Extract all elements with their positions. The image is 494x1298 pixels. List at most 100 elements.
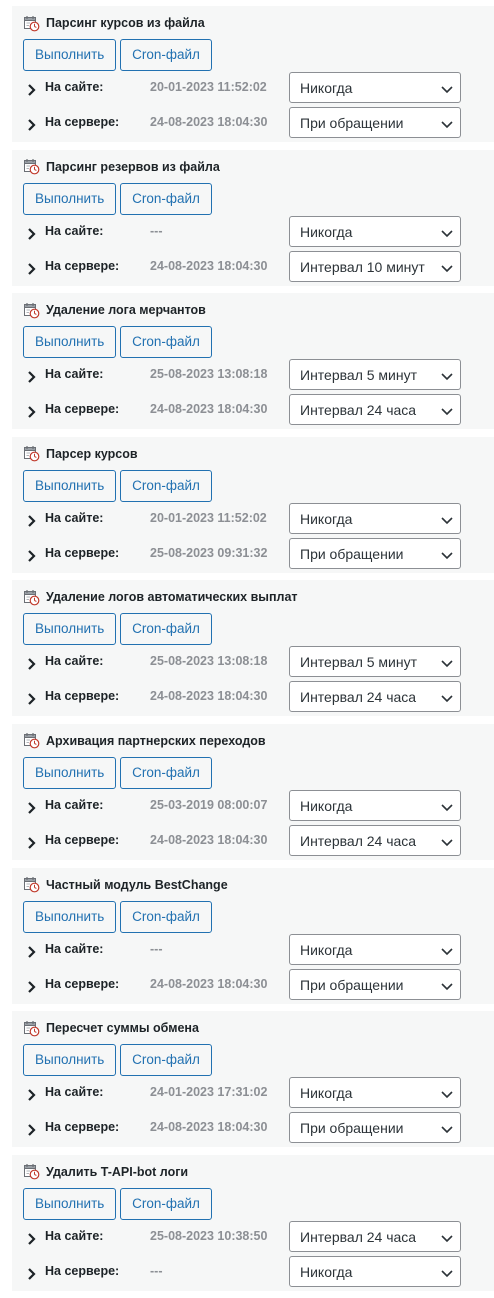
chevron-right-icon[interactable] — [27, 980, 37, 993]
task-title: Удалить T-API-bot логи — [46, 1164, 189, 1179]
site-row[interactable]: На сайте: --- Никогда — [23, 215, 461, 248]
run-button[interactable]: Выполнить — [23, 469, 116, 502]
site-row[interactable]: На сайте: 25-03-2019 08:00:07 Никогда — [23, 789, 461, 822]
site-row[interactable]: На сайте: 20-01-2023 11:52:02 Никогда — [23, 72, 461, 104]
cron-task-card: Удалить T-API-bot логи Выполнить Cron-фа… — [12, 1154, 494, 1291]
chevron-right-icon[interactable] — [27, 801, 37, 814]
cron-file-button[interactable]: Cron-файл — [120, 182, 212, 215]
chevron-right-icon[interactable] — [27, 370, 37, 383]
task-title: Парсинг резервов из файла — [46, 159, 220, 174]
site-interval-select[interactable]: Никогда — [289, 215, 461, 247]
site-interval-select[interactable]: Интервал 5 минут — [289, 359, 461, 391]
site-row[interactable]: На сайте: 20-01-2023 11:52:02 Никогда — [23, 502, 461, 535]
task-actions: Выполнить Cron-файл — [23, 613, 212, 646]
chevron-right-icon[interactable] — [27, 118, 37, 131]
run-button[interactable]: Выполнить — [23, 613, 116, 646]
site-row[interactable]: На сайте: 25-08-2023 13:08:18 Интервал 5… — [23, 359, 461, 391]
cron-file-button[interactable]: Cron-файл — [120, 39, 212, 71]
calendar-clock-icon — [23, 158, 40, 175]
site-last-run: 24-01-2023 17:31:02 — [150, 1085, 268, 1100]
chevron-right-icon[interactable] — [27, 83, 37, 96]
server-interval-select[interactable]: При обращении — [289, 1112, 461, 1144]
site-interval-select[interactable]: Никогда — [289, 72, 461, 103]
server-label: На сервере: — [45, 115, 120, 129]
chevron-right-icon[interactable] — [27, 836, 37, 849]
chevron-down-icon — [441, 548, 453, 560]
site-interval-select[interactable]: Никогда — [289, 789, 461, 821]
server-interval-select[interactable]: Интервал 24 часа — [289, 681, 461, 713]
server-row[interactable]: На сервере: 24-08-2023 18:04:30 При обра… — [23, 107, 461, 139]
chevron-right-icon[interactable] — [27, 692, 37, 706]
chevron-right-icon[interactable] — [27, 227, 37, 240]
chevron-right-icon[interactable] — [27, 1123, 37, 1136]
chevron-right-icon[interactable] — [27, 1267, 37, 1280]
chevron-down-icon — [441, 82, 453, 94]
server-interval-select[interactable]: Интервал 10 минут — [289, 250, 461, 282]
site-interval-value: Никогда — [300, 797, 353, 814]
site-interval-select[interactable]: Никогда — [289, 502, 461, 534]
server-interval-select[interactable]: Интервал 24 часа — [289, 394, 461, 426]
chevron-right-icon[interactable] — [27, 657, 37, 671]
site-interval-value: Интервал 5 минут — [300, 654, 418, 671]
task-actions: Выполнить Cron-файл — [23, 326, 212, 359]
cron-file-button[interactable]: Cron-файл — [120, 756, 212, 789]
cron-file-button[interactable]: Cron-файл — [120, 326, 212, 359]
chevron-right-icon[interactable] — [27, 945, 37, 958]
server-interval-select[interactable]: Никогда — [289, 1255, 461, 1287]
server-row[interactable]: На сервере: 24-08-2023 18:04:30 Интервал… — [23, 394, 461, 426]
server-row[interactable]: На сервере: 24-08-2023 18:04:30 При обра… — [23, 968, 461, 1001]
cron-task-card: Частный модуль BestChange Выполнить Cron… — [12, 867, 494, 1004]
run-button[interactable]: Выполнить — [23, 39, 116, 71]
site-row[interactable]: На сайте: 25-08-2023 13:08:18 Интервал 5… — [23, 646, 461, 678]
cron-file-button[interactable]: Cron-файл — [120, 1044, 212, 1077]
chevron-right-icon[interactable] — [27, 262, 37, 275]
site-interval-select[interactable]: Никогда — [289, 933, 461, 965]
site-interval-select[interactable]: Интервал 24 часа — [289, 1220, 461, 1252]
site-interval-select[interactable]: Никогда — [289, 1077, 461, 1109]
run-button[interactable]: Выполнить — [23, 182, 116, 215]
calendar-clock-icon — [23, 445, 40, 462]
server-label: На сервере: — [45, 402, 120, 417]
task-actions: Выполнить Cron-файл — [23, 182, 212, 215]
server-row[interactable]: На сервере: 24-08-2023 18:04:30 При обра… — [23, 1112, 461, 1144]
calendar-clock-icon — [23, 589, 40, 606]
task-header: Парсинг резервов из файла — [23, 158, 220, 176]
server-label: На сервере: — [45, 976, 120, 991]
run-button[interactable]: Выполнить — [23, 900, 116, 933]
run-button[interactable]: Выполнить — [23, 756, 116, 789]
server-row[interactable]: На сервере: 24-08-2023 18:04:30 Интервал… — [23, 250, 461, 283]
server-interval-select[interactable]: Интервал 24 часа — [289, 824, 461, 856]
site-row[interactable]: На сайте: 24-01-2023 17:31:02 Никогда — [23, 1077, 461, 1109]
server-row[interactable]: На сервере: 24-08-2023 18:04:30 Интервал… — [23, 681, 461, 713]
chevron-right-icon[interactable] — [27, 514, 37, 527]
run-button[interactable]: Выполнить — [23, 1044, 116, 1077]
site-last-run: 25-03-2019 08:00:07 — [150, 797, 268, 812]
server-row[interactable]: На сервере: --- Никогда — [23, 1255, 461, 1288]
chevron-right-icon[interactable] — [27, 549, 37, 562]
chevron-right-icon[interactable] — [27, 1232, 37, 1245]
site-label: На сайте: — [45, 1228, 104, 1243]
cron-file-button[interactable]: Cron-файл — [120, 469, 212, 502]
server-row[interactable]: На сервере: 24-08-2023 18:04:30 Интервал… — [23, 824, 461, 857]
server-interval-value: При обращении — [300, 1120, 404, 1137]
chevron-down-icon — [441, 369, 453, 381]
server-interval-select[interactable]: При обращении — [289, 968, 461, 1000]
chevron-right-icon[interactable] — [27, 1088, 37, 1101]
site-row[interactable]: На сайте: --- Никогда — [23, 933, 461, 966]
site-row[interactable]: На сайте: 25-08-2023 10:38:50 Интервал 2… — [23, 1220, 461, 1253]
cron-file-button[interactable]: Cron-файл — [120, 613, 212, 646]
run-button[interactable]: Выполнить — [23, 326, 116, 359]
cron-file-button[interactable]: Cron-файл — [120, 900, 212, 933]
server-interval-select[interactable]: При обращении — [289, 107, 461, 138]
server-interval-value: При обращении — [300, 976, 404, 993]
site-last-run: --- — [150, 941, 163, 956]
chevron-down-icon — [441, 979, 453, 991]
cron-file-button[interactable]: Cron-файл — [120, 1187, 212, 1220]
site-interval-select[interactable]: Интервал 5 минут — [289, 646, 461, 678]
chevron-right-icon[interactable] — [27, 405, 37, 418]
site-interval-value: Никогда — [300, 80, 353, 96]
server-label: На сервере: — [45, 258, 120, 273]
run-button[interactable]: Выполнить — [23, 1187, 116, 1220]
server-row[interactable]: На сервере: 25-08-2023 09:31:32 При обра… — [23, 537, 461, 570]
server-interval-select[interactable]: При обращении — [289, 537, 461, 569]
